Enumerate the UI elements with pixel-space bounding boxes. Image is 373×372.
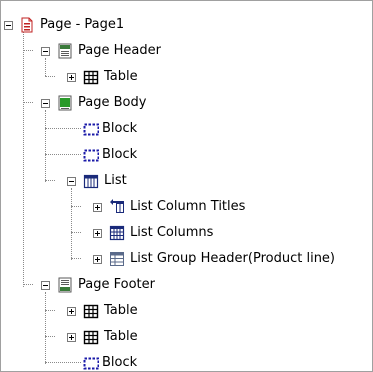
page-header-icon <box>58 43 72 59</box>
tree-node-label: List Group Header(Product line) <box>130 251 335 266</box>
expand-toggle[interactable] <box>67 333 76 342</box>
expand-toggle[interactable] <box>93 229 102 238</box>
tree-connector <box>45 76 55 77</box>
tree-node-label: Page Header <box>78 43 161 58</box>
tree-node-label: Table <box>104 303 138 318</box>
table-icon <box>83 70 99 85</box>
tree-node-label: Page Footer <box>78 277 155 292</box>
collapse-toggle[interactable] <box>67 177 76 186</box>
tree-node-label: List Column Titles <box>130 199 246 214</box>
tree-connector <box>45 292 46 364</box>
tree-connector <box>45 310 55 311</box>
tree-connector <box>71 188 72 260</box>
block-icon <box>83 123 99 136</box>
tree-connector <box>45 154 81 155</box>
collapse-toggle[interactable] <box>4 21 13 30</box>
collapse-toggle[interactable] <box>41 99 50 108</box>
tree-connector <box>45 58 46 76</box>
page-icon <box>21 17 33 33</box>
tree-connector <box>23 102 33 103</box>
page-footer-icon <box>58 277 72 293</box>
expand-toggle[interactable] <box>67 73 76 82</box>
tree-connector <box>45 362 81 363</box>
page-body-icon <box>58 95 72 111</box>
tree-node-label: Table <box>104 329 138 344</box>
table-icon <box>83 330 99 345</box>
tree-connector <box>71 258 81 259</box>
tree-node-label: List <box>104 173 127 188</box>
tree-connector <box>71 206 81 207</box>
tree-node-label: Block <box>102 355 138 370</box>
tree-connector <box>23 25 24 287</box>
tree-connector <box>23 50 33 51</box>
expand-toggle[interactable] <box>67 307 76 316</box>
block-icon <box>83 149 99 162</box>
tree-panel: Page - Page1 Page Header Table Page Body… <box>0 0 373 372</box>
expand-toggle[interactable] <box>93 203 102 212</box>
tree-connector <box>45 180 55 181</box>
tree-node-label: Page - Page1 <box>40 17 125 32</box>
list-icon <box>83 174 99 189</box>
tree-connector <box>45 110 46 182</box>
tree-node-label: Block <box>102 147 138 162</box>
tree-connector <box>45 128 81 129</box>
tree-node-label: Page Body <box>78 95 147 110</box>
collapse-toggle[interactable] <box>41 281 50 290</box>
block-icon <box>83 357 99 370</box>
tree-connector <box>71 232 81 233</box>
collapse-toggle[interactable] <box>41 47 50 56</box>
list-columns-icon <box>109 225 125 241</box>
list-group-header-icon <box>110 252 124 266</box>
tree-connector <box>45 336 55 337</box>
expand-toggle[interactable] <box>93 255 102 264</box>
tree-connector <box>23 284 33 285</box>
tree-node-label: List Columns <box>130 225 214 240</box>
report-structure-tree: Page - Page1 Page Header Table Page Body… <box>1 1 372 371</box>
list-column-titles-icon <box>110 199 124 213</box>
tree-node-label: Block <box>102 121 138 136</box>
tree-node-label: Table <box>104 69 138 84</box>
table-icon <box>83 304 99 319</box>
